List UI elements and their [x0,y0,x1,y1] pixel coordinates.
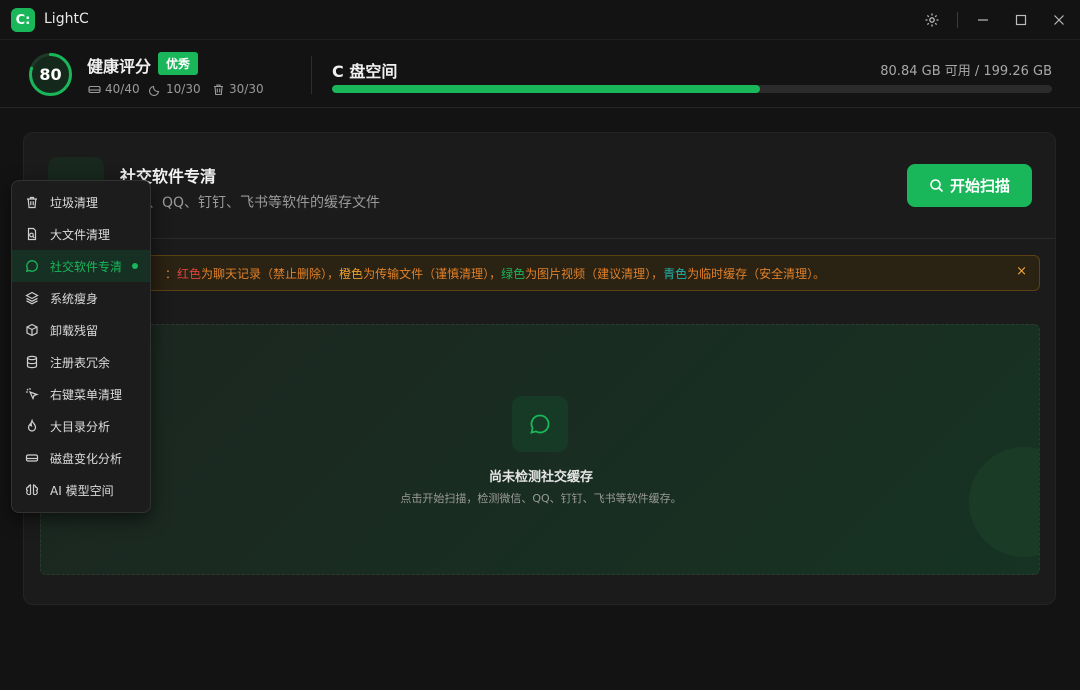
notice-cyan-desc: 为临时缓存（安全清理）。 [687,266,826,281]
stat-disk: 40/40 [88,82,140,96]
menu-item-social-clean[interactable]: 社交软件专清 [12,250,150,282]
box-icon [24,322,40,338]
notice-red: 红色 [177,266,202,281]
flame-icon [24,418,40,434]
app-title: LightC [44,11,89,27]
active-indicator-dot [132,263,138,269]
menu-item-ai-model[interactable]: AI 模型空间 [12,474,150,506]
module-menu: 垃圾清理 大文件清理 社交软件专清 系统瘦身 卸载残留 注册表冗余 右键菜单清理… [11,180,151,513]
menu-item-label: 大文件清理 [50,227,111,242]
brain-icon [24,482,40,498]
stat-disk-value: 40/40 [105,82,140,96]
stat-moon-value: 10/30 [166,82,201,96]
menu-item-label: 注册表冗余 [50,355,111,370]
chat-icon [24,258,40,274]
notice-close-button[interactable]: × [1016,264,1027,279]
minimize-button[interactable] [972,9,994,31]
disk-icon [88,85,101,93]
menu-item-label: 右键菜单清理 [50,387,123,402]
stat-moon: 10/30 [149,82,201,96]
app-logo: C: [11,8,35,32]
menu-item-large-file[interactable]: 大文件清理 [12,218,150,250]
menu-item-label: AI 模型空间 [50,483,114,498]
notice-green: 绿色 [501,266,526,281]
empty-state-title: 尚未检测社交缓存 [488,470,593,485]
moon-icon [149,85,160,96]
search-icon [930,179,944,193]
disk-space-info: 80.84 GB 可用 / 199.26 GB [880,64,1052,79]
notice-orange: 橙色 [339,266,364,281]
settings-icon[interactable] [921,9,943,31]
menu-item-label: 磁盘变化分析 [50,451,123,466]
menu-item-uninstall-residue[interactable]: 卸载残留 [12,314,150,346]
notice-green-desc: 为图片视频（建议清理）， [525,266,664,281]
header-separator [311,56,312,94]
menu-item-big-directory[interactable]: 大目录分析 [12,410,150,442]
menu-item-label: 系统瘦身 [50,291,99,306]
title-bar: C: LightC [0,0,1080,40]
trash-icon [214,83,223,95]
notice-orange-desc: 为传输文件（谨慎清理）， [363,266,502,281]
card-divider [24,238,1055,239]
color-legend-notice: ： 红色 为聊天记录（禁止删除）， 橙色 为传输文件（谨慎清理）， 绿色 为图片… [40,255,1040,291]
hard-drive-icon [24,450,40,466]
file-search-icon [24,226,40,242]
menu-item-disk-change[interactable]: 磁盘变化分析 [12,442,150,474]
card-description: 微信、QQ、钉钉、飞书等软件的缓存文件 [120,195,381,211]
pointer-icon [24,386,40,402]
notice-lead: ： [165,266,178,281]
health-score-value: 80 [39,65,62,84]
close-button[interactable] [1048,9,1070,31]
menu-item-trash-clean[interactable]: 垃圾清理 [12,186,150,218]
empty-state-description: 点击开始扫描，检测微信、QQ、钉钉、飞书等软件缓存。 [400,492,682,505]
maximize-button[interactable] [1010,9,1032,31]
status-header: 80 健康评分 优秀 40/40 10/30 30/30 C 盘空间 80.84… [0,40,1080,108]
disk-title: C 盘空间 [332,62,398,81]
menu-item-label: 大目录分析 [50,419,111,434]
notice-cyan: 青色 [663,266,688,281]
menu-item-registry[interactable]: 注册表冗余 [12,346,150,378]
disk-usage-bar [332,85,1052,93]
menu-item-context-menu[interactable]: 右键菜单清理 [12,378,150,410]
disk-usage-fill [332,85,760,93]
trash-icon [24,194,40,210]
menu-item-label: 卸载残留 [50,323,99,338]
empty-state-chat-icon [512,396,568,452]
menu-item-system-slim[interactable]: 系统瘦身 [12,282,150,314]
start-scan-button[interactable]: 开始扫描 [907,164,1032,207]
status-badge: 优秀 [158,52,199,75]
stat-trash-value: 30/30 [229,82,264,96]
stat-trash: 30/30 [212,82,264,96]
menu-item-label: 社交软件专清 [50,259,123,274]
menu-item-label: 垃圾清理 [50,195,99,210]
database-icon [24,354,40,370]
notice-red-desc: 为聊天记录（禁止删除）， [201,266,340,281]
layers-icon [24,290,40,306]
social-clean-card: 社交软件专清 微信、QQ、钉钉、飞书等软件的缓存文件 开始扫描 ： 红色 为聊天… [23,132,1056,605]
health-title: 健康评分 [87,57,152,76]
start-scan-label: 开始扫描 [949,177,1010,195]
empty-state-panel: 尚未检测社交缓存 点击开始扫描，检测微信、QQ、钉钉、飞书等软件缓存。 [40,324,1040,575]
titlebar-separator [957,12,958,28]
